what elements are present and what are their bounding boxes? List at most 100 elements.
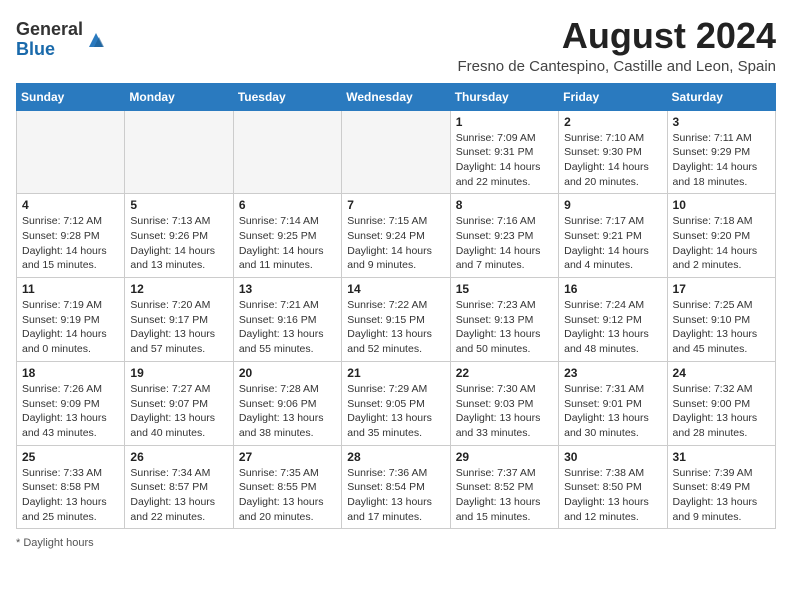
day-number: 14 — [347, 282, 444, 296]
calendar-table: SundayMondayTuesdayWednesdayThursdayFrid… — [16, 83, 776, 530]
calendar-day-cell: 23 Sunrise: 7:31 AM Sunset: 9:01 PM Dayli… — [559, 361, 667, 445]
day-number: 29 — [456, 450, 553, 464]
day-number: 20 — [239, 366, 336, 380]
day-number: 23 — [564, 366, 661, 380]
calendar-day-cell: 4Sunrise: 7:12 AM Sunset: 9:28 PM Daylig… — [17, 194, 125, 278]
page-title: August 2024 — [457, 16, 776, 56]
calendar-day-cell: 17Sunrise: 7:25 AM Sunset: 9:10 PM Dayli… — [667, 278, 775, 362]
day-info: Sunrise: 7:30 AM Sunset: 9:03 PM Dayligh… — [456, 382, 553, 441]
day-number: 12 — [130, 282, 227, 296]
day-info: Sunrise: 7:14 AM Sunset: 9:25 PM Dayligh… — [239, 214, 336, 273]
calendar-day-cell: 26Sunrise: 7:34 AM Sunset: 8:57 PM Dayli… — [125, 445, 233, 529]
calendar-header-cell: Saturday — [667, 83, 775, 110]
day-number: 8 — [456, 198, 553, 212]
calendar-week-row: 1 Sunrise: 7:09 AM Sunset: 9:31 PM Daylig… — [17, 110, 776, 194]
day-info: Sunrise: 7:36 AM Sunset: 8:54 PM Dayligh… — [347, 466, 444, 525]
day-info: Sunrise: 7:32 AM Sunset: 9:00 PM Dayligh… — [673, 382, 770, 441]
logo-general: General — [16, 19, 83, 39]
day-info: Sunrise: 7:09 AM Sunset: 9:31 PM Dayligh… — [456, 131, 553, 190]
calendar-day-cell: 31Sunrise: 7:39 AM Sunset: 8:49 PM Dayli… — [667, 445, 775, 529]
calendar-header-cell: Tuesday — [233, 83, 341, 110]
day-number: 27 — [239, 450, 336, 464]
calendar-day-cell: 15 Sunrise: 7:23 AM Sunset: 9:13 PM Dayli… — [450, 278, 558, 362]
day-number: 5 — [130, 198, 227, 212]
logo: General Blue — [16, 20, 107, 60]
calendar-header-row: SundayMondayTuesdayWednesdayThursdayFrid… — [17, 83, 776, 110]
calendar-day-cell: 5 Sunrise: 7:13 AM Sunset: 9:26 PM Daylig… — [125, 194, 233, 278]
day-info: Sunrise: 7:18 AM Sunset: 9:20 PM Dayligh… — [673, 214, 770, 273]
day-number: 19 — [130, 366, 227, 380]
day-number: 3 — [673, 115, 770, 129]
day-number: 21 — [347, 366, 444, 380]
calendar-day-cell: 6 Sunrise: 7:14 AM Sunset: 9:25 PM Daylig… — [233, 194, 341, 278]
day-info: Sunrise: 7:22 AM Sunset: 9:15 PM Dayligh… — [347, 298, 444, 357]
footer-note: * Daylight hours — [16, 537, 776, 549]
day-number: 31 — [673, 450, 770, 464]
day-number: 26 — [130, 450, 227, 464]
calendar-header-cell: Wednesday — [342, 83, 450, 110]
calendar-body: 1 Sunrise: 7:09 AM Sunset: 9:31 PM Daylig… — [17, 110, 776, 529]
day-number: 24 — [673, 366, 770, 380]
calendar-header-cell: Friday — [559, 83, 667, 110]
logo-icon — [85, 29, 107, 51]
title-block: August 2024 Fresno de Cantespino, Castil… — [457, 16, 776, 75]
page-header: General Blue August 2024 Fresno de Cante… — [16, 16, 776, 75]
day-number: 2 — [564, 115, 661, 129]
calendar-day-cell: 1 Sunrise: 7:09 AM Sunset: 9:31 PM Daylig… — [450, 110, 558, 194]
day-info: Sunrise: 7:12 AM Sunset: 9:28 PM Dayligh… — [22, 214, 119, 273]
calendar-day-cell: 19 Sunrise: 7:27 AM Sunset: 9:07 PM Dayli… — [125, 361, 233, 445]
footer-text: Daylight hours — [23, 537, 93, 549]
calendar-day-cell: 27Sunrise: 7:35 AM Sunset: 8:55 PM Dayli… — [233, 445, 341, 529]
day-info: Sunrise: 7:19 AM Sunset: 9:19 PM Dayligh… — [22, 298, 119, 357]
day-info: Sunrise: 7:21 AM Sunset: 9:16 PM Dayligh… — [239, 298, 336, 357]
day-info: Sunrise: 7:37 AM Sunset: 8:52 PM Dayligh… — [456, 466, 553, 525]
calendar-day-cell: 22Sunrise: 7:30 AM Sunset: 9:03 PM Dayli… — [450, 361, 558, 445]
day-info: Sunrise: 7:26 AM Sunset: 9:09 PM Dayligh… — [22, 382, 119, 441]
day-number: 16 — [564, 282, 661, 296]
calendar-day-cell: 12 Sunrise: 7:20 AM Sunset: 9:17 PM Dayli… — [125, 278, 233, 362]
calendar-day-cell — [17, 110, 125, 194]
calendar-day-cell: 8Sunrise: 7:16 AM Sunset: 9:23 PM Daylig… — [450, 194, 558, 278]
day-number: 13 — [239, 282, 336, 296]
calendar-day-cell: 16 Sunrise: 7:24 AM Sunset: 9:12 PM Dayli… — [559, 278, 667, 362]
day-info: Sunrise: 7:29 AM Sunset: 9:05 PM Dayligh… — [347, 382, 444, 441]
calendar-week-row: 18 Sunrise: 7:26 AM Sunset: 9:09 PM Dayli… — [17, 361, 776, 445]
day-number: 1 — [456, 115, 553, 129]
day-number: 28 — [347, 450, 444, 464]
calendar-week-row: 4Sunrise: 7:12 AM Sunset: 9:28 PM Daylig… — [17, 194, 776, 278]
calendar-day-cell: 29 Sunrise: 7:37 AM Sunset: 8:52 PM Dayli… — [450, 445, 558, 529]
day-info: Sunrise: 7:28 AM Sunset: 9:06 PM Dayligh… — [239, 382, 336, 441]
day-info: Sunrise: 7:17 AM Sunset: 9:21 PM Dayligh… — [564, 214, 661, 273]
calendar-day-cell: 24 Sunrise: 7:32 AM Sunset: 9:00 PM Dayli… — [667, 361, 775, 445]
calendar-day-cell: 7Sunrise: 7:15 AM Sunset: 9:24 PM Daylig… — [342, 194, 450, 278]
day-number: 9 — [564, 198, 661, 212]
day-info: Sunrise: 7:33 AM Sunset: 8:58 PM Dayligh… — [22, 466, 119, 525]
day-number: 25 — [22, 450, 119, 464]
day-info: Sunrise: 7:13 AM Sunset: 9:26 PM Dayligh… — [130, 214, 227, 273]
calendar-header-cell: Sunday — [17, 83, 125, 110]
calendar-day-cell: 14 Sunrise: 7:22 AM Sunset: 9:15 PM Dayli… — [342, 278, 450, 362]
day-number: 10 — [673, 198, 770, 212]
calendar-day-cell: 13 Sunrise: 7:21 AM Sunset: 9:16 PM Dayli… — [233, 278, 341, 362]
calendar-day-cell — [233, 110, 341, 194]
day-number: 30 — [564, 450, 661, 464]
day-info: Sunrise: 7:27 AM Sunset: 9:07 PM Dayligh… — [130, 382, 227, 441]
day-info: Sunrise: 7:11 AM Sunset: 9:29 PM Dayligh… — [673, 131, 770, 190]
calendar-day-cell: 9 Sunrise: 7:17 AM Sunset: 9:21 PM Daylig… — [559, 194, 667, 278]
day-number: 15 — [456, 282, 553, 296]
day-info: Sunrise: 7:20 AM Sunset: 9:17 PM Dayligh… — [130, 298, 227, 357]
day-number: 18 — [22, 366, 119, 380]
calendar-day-cell: 28 Sunrise: 7:36 AM Sunset: 8:54 PM Dayli… — [342, 445, 450, 529]
calendar-day-cell: 2Sunrise: 7:10 AM Sunset: 9:30 PM Daylig… — [559, 110, 667, 194]
calendar-day-cell: 25 Sunrise: 7:33 AM Sunset: 8:58 PM Dayli… — [17, 445, 125, 529]
day-number: 6 — [239, 198, 336, 212]
day-number: 7 — [347, 198, 444, 212]
day-info: Sunrise: 7:31 AM Sunset: 9:01 PM Dayligh… — [564, 382, 661, 441]
day-info: Sunrise: 7:23 AM Sunset: 9:13 PM Dayligh… — [456, 298, 553, 357]
calendar-day-cell: 30Sunrise: 7:38 AM Sunset: 8:50 PM Dayli… — [559, 445, 667, 529]
calendar-week-row: 25 Sunrise: 7:33 AM Sunset: 8:58 PM Dayli… — [17, 445, 776, 529]
day-info: Sunrise: 7:24 AM Sunset: 9:12 PM Dayligh… — [564, 298, 661, 357]
day-number: 17 — [673, 282, 770, 296]
calendar-day-cell — [342, 110, 450, 194]
calendar-day-cell: 10 Sunrise: 7:18 AM Sunset: 9:20 PM Dayli… — [667, 194, 775, 278]
